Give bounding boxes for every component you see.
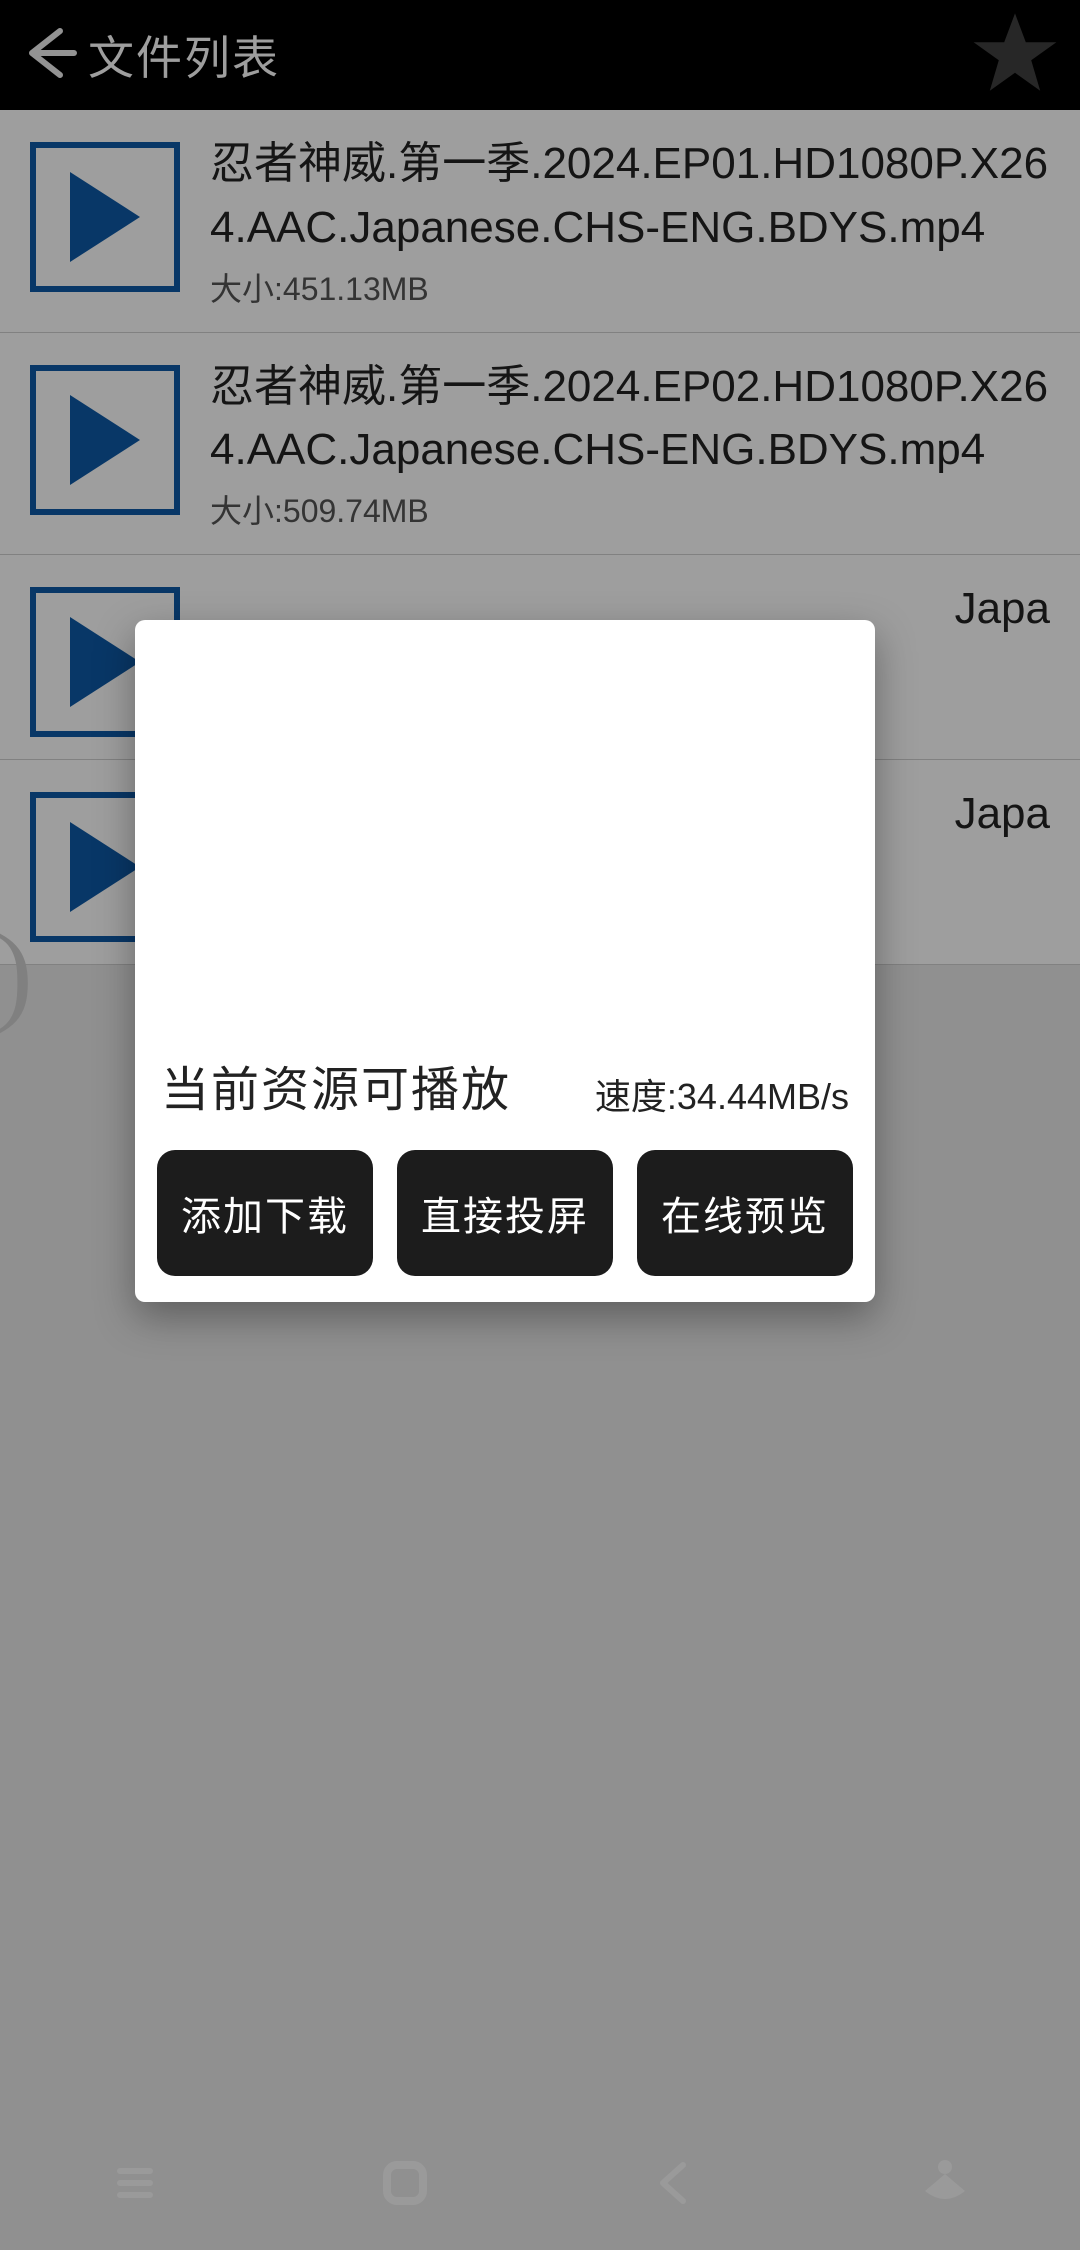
- add-download-button[interactable]: 添加下载: [157, 1150, 373, 1276]
- playable-label: 当前资源可播放: [161, 1050, 511, 1120]
- dialog-status: 当前资源可播放 速度:34.44MB/s: [157, 1050, 853, 1150]
- menu-icon: [105, 2153, 165, 2213]
- system-nav-bar: [0, 2120, 1080, 2250]
- online-preview-button[interactable]: 在线预览: [637, 1150, 853, 1276]
- nav-home-button[interactable]: [375, 2153, 435, 2218]
- assistant-icon: [915, 2153, 975, 2213]
- cast-button[interactable]: 直接投屏: [397, 1150, 613, 1276]
- play-dialog: 当前资源可播放 速度:34.44MB/s 添加下载 直接投屏 在线预览: [135, 620, 875, 1302]
- nav-recent-button[interactable]: [105, 2153, 165, 2218]
- square-icon: [375, 2153, 435, 2213]
- nav-back-button[interactable]: [645, 2153, 705, 2218]
- nav-assistant-button[interactable]: [915, 2153, 975, 2218]
- speed-label: 速度:34.44MB/s: [595, 1068, 849, 1120]
- chevron-left-icon: [645, 2153, 705, 2213]
